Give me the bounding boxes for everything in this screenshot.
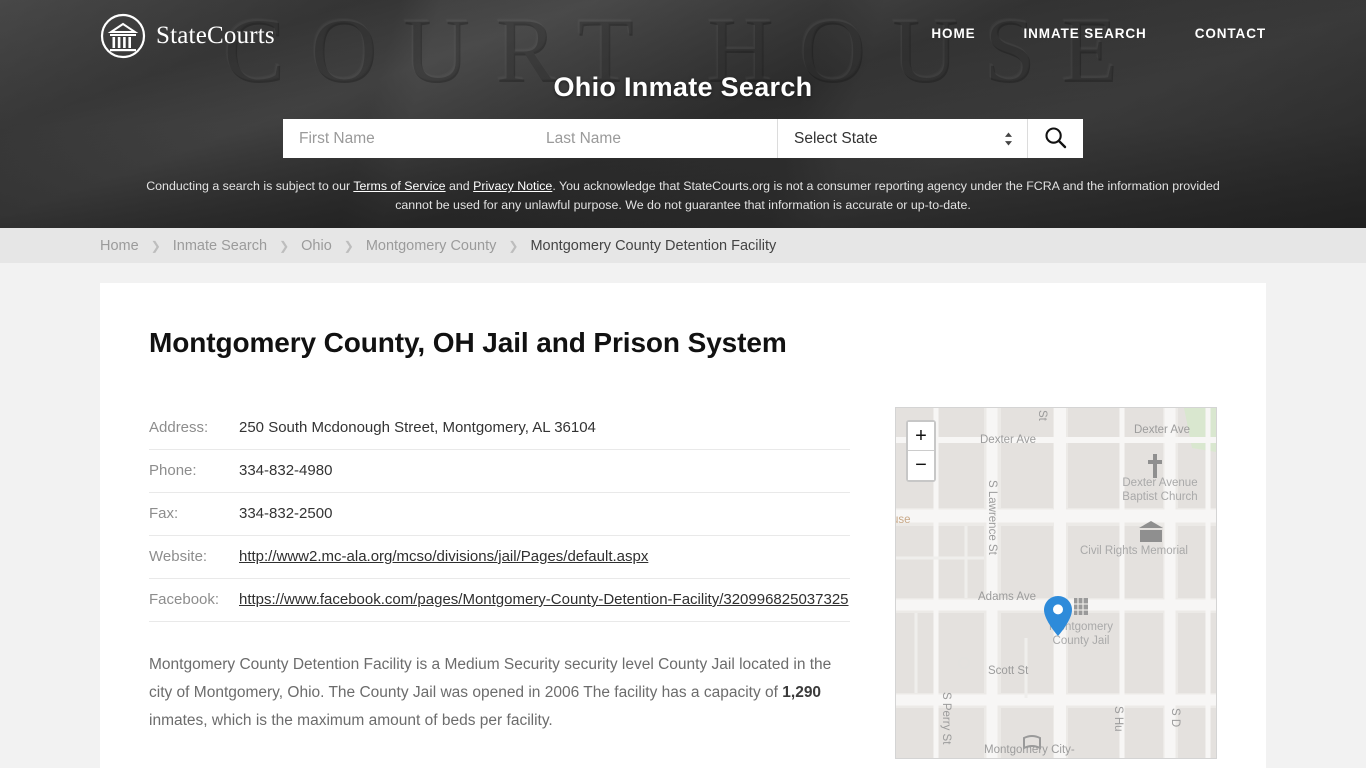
facility-info-table: Address: 250 South Mcdonough Street, Mon… <box>149 407 850 622</box>
nav-item-inmate-search[interactable]: INMATE SEARCH <box>1024 26 1147 41</box>
nav-item-home[interactable]: HOME <box>931 26 975 41</box>
terms-of-service-link[interactable]: Terms of Service <box>353 179 445 193</box>
breadcrumb-item-home[interactable]: Home <box>100 238 139 254</box>
facebook-value: https://www.facebook.com/pages/Montgomer… <box>239 578 850 622</box>
website-label: Website: <box>149 535 239 579</box>
breadcrumb-separator-icon: ❯ <box>508 238 519 253</box>
courthouse-logo-icon <box>100 13 146 59</box>
state-select-value: Select State <box>794 129 878 147</box>
first-name-input[interactable] <box>283 119 530 158</box>
hero-title: Ohio Inmate Search <box>553 72 813 102</box>
breadcrumb-item-montgomery-county[interactable]: Montgomery County <box>366 238 497 254</box>
breadcrumb-item-inmate-search[interactable]: Inmate Search <box>173 238 267 254</box>
phone-label: Phone: <box>149 449 239 493</box>
map-zoom-controls[interactable]: + − <box>906 420 936 482</box>
website-value: http://www2.mc-ala.org/mcso/divisions/ja… <box>239 535 850 579</box>
breadcrumb-separator-icon: ❯ <box>150 238 161 253</box>
breadcrumb: Home ❯ Inmate Search ❯ Ohio ❯ Montgomery… <box>100 238 776 254</box>
disclaimer-text-2: and <box>445 179 474 193</box>
last-name-input[interactable] <box>530 119 777 158</box>
inmate-search-bar: Select State <box>283 119 1083 158</box>
breadcrumb-bar: Home ❯ Inmate Search ❯ Ohio ❯ Montgomery… <box>0 228 1366 263</box>
breadcrumb-item-ohio[interactable]: Ohio <box>301 238 332 254</box>
nav-item-contact[interactable]: CONTACT <box>1195 26 1266 41</box>
facility-description-paragraph-1: Montgomery County Detention Facility is … <box>149 651 850 735</box>
map-pin-icon[interactable] <box>1044 596 1072 636</box>
facility-details-column: Address: 250 South Mcdonough Street, Mon… <box>149 407 850 768</box>
page-title: Montgomery County, OH Jail and Prison Sy… <box>149 327 787 358</box>
fax-value: 334-832-2500 <box>239 492 850 536</box>
capacity-value: 1,290 <box>782 684 822 701</box>
map-zoom-in-button[interactable]: + <box>908 422 934 451</box>
table-row: Phone: 334-832-4980 <box>149 449 850 493</box>
table-row: Fax: 334-832-2500 <box>149 492 850 536</box>
content-card: Montgomery County, OH Jail and Prison Sy… <box>100 283 1266 768</box>
paragraph-1-text-before: Montgomery County Detention Facility is … <box>149 656 832 701</box>
location-map[interactable]: + − St Dexter Ave Dexter Ave S Lawrence … <box>895 407 1217 759</box>
search-disclaimer: Conducting a search is subject to our Te… <box>128 177 1238 215</box>
paragraph-1-text-after: inmates, which is the maximum amount of … <box>149 712 553 729</box>
table-row: Address: 250 South Mcdonough Street, Mon… <box>149 407 850 450</box>
facebook-label: Facebook: <box>149 578 239 622</box>
fax-label: Fax: <box>149 492 239 536</box>
address-label: Address: <box>149 407 239 450</box>
search-submit-button[interactable] <box>1027 119 1083 158</box>
site-header: COURT HOUSE StateCourts HOME INMATE SEA <box>0 0 1366 228</box>
privacy-notice-link[interactable]: Privacy Notice <box>473 179 552 193</box>
site-logo-link[interactable]: StateCourts <box>100 13 275 59</box>
table-row: Website: http://www2.mc-ala.org/mcso/div… <box>149 535 850 579</box>
breadcrumb-separator-icon: ❯ <box>279 238 290 253</box>
site-brand-name: StateCourts <box>156 22 275 49</box>
state-select[interactable]: Select State <box>777 119 1027 158</box>
table-row: Facebook: https://www.facebook.com/pages… <box>149 578 850 622</box>
search-icon <box>1044 126 1067 152</box>
disclaimer-text-1: Conducting a search is subject to our <box>146 179 354 193</box>
phone-value: 334-832-4980 <box>239 449 850 493</box>
main-navigation: HOME INMATE SEARCH CONTACT <box>931 26 1266 41</box>
breadcrumb-item-current: Montgomery County Detention Facility <box>530 237 777 254</box>
facebook-link[interactable]: https://www.facebook.com/pages/Montgomer… <box>239 591 849 608</box>
address-value: 250 South Mcdonough Street, Montgomery, … <box>239 407 850 450</box>
breadcrumb-separator-icon: ❯ <box>343 238 354 253</box>
chevron-up-down-icon <box>1004 131 1013 146</box>
facility-description-paragraph-2: The facility is part of Montgomery, Alab… <box>149 764 850 768</box>
map-zoom-out-button[interactable]: − <box>908 451 934 480</box>
website-link[interactable]: http://www2.mc-ala.org/mcso/divisions/ja… <box>239 548 648 565</box>
